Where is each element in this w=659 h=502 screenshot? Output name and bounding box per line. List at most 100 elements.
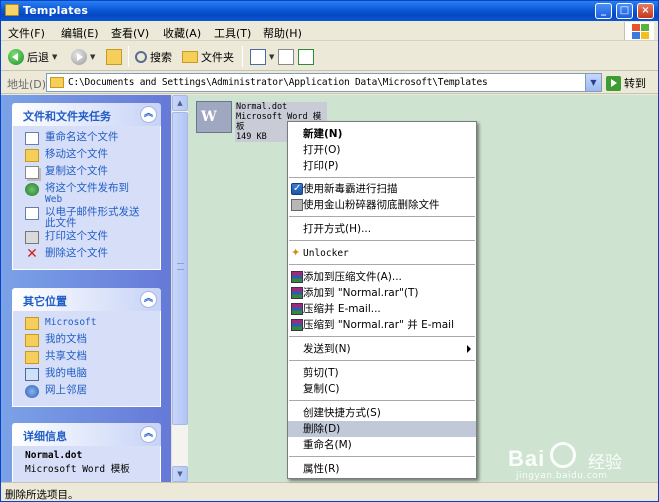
up-folder-icon: [106, 49, 122, 65]
menu-item-compress-email[interactable]: 压缩并 E-mail...: [288, 301, 476, 317]
menu-item-rename[interactable]: 重命名(M): [288, 437, 476, 453]
go-label: 转到: [624, 77, 646, 90]
folders-button[interactable]: 文件夹: [182, 47, 234, 67]
search-label: 搜索: [150, 51, 172, 64]
menu-edit[interactable]: 编辑(E): [61, 25, 99, 41]
menu-help[interactable]: 帮助(H): [263, 25, 302, 41]
chevron-down-icon[interactable]: ▼: [269, 53, 274, 61]
menu-item-send-to[interactable]: 发送到(N): [288, 341, 476, 357]
task-delete[interactable]: ✕ 删除这个文件: [13, 246, 160, 263]
properties-icon: [278, 49, 294, 65]
details-panel: 详细信息 ︽ Normal.dot Microsoft Word 模板: [12, 423, 161, 482]
address-input[interactable]: C:\Documents and Settings\Administrator\…: [46, 73, 602, 92]
menu-file[interactable]: 文件(F): [8, 25, 45, 41]
toolbar: 后退 ▼ ▼ 搜索 文件夹 ▼: [1, 42, 658, 71]
menu-item-shred[interactable]: 使用金山粉碎器彻底删除文件: [288, 197, 476, 213]
address-path[interactable]: C:\Documents and Settings\Administrator\…: [68, 77, 488, 88]
menu-view[interactable]: 查看(V): [111, 25, 149, 41]
menu-item-print[interactable]: 打印(P): [288, 158, 476, 174]
panel-title: 其它位置: [23, 295, 67, 308]
submenu-arrow-icon: [467, 345, 471, 353]
word-template-icon: [196, 101, 232, 133]
chevron-down-icon[interactable]: ▼: [90, 53, 95, 61]
close-button[interactable]: ×: [637, 3, 654, 19]
menu-item-add-normal-rar[interactable]: 添加到 "Normal.rar"(T): [288, 285, 476, 301]
scroll-up-icon[interactable]: ▲: [172, 95, 188, 111]
scroll-thumb[interactable]: [172, 112, 188, 425]
rename-icon: [25, 132, 39, 145]
chevron-up-icon[interactable]: ︽: [140, 426, 157, 443]
winrar-icon: [291, 303, 303, 315]
context-menu: 新建(N) 打开(O) 打印(P) 使用新毒霸进行扫描 使用金山粉碎器彻底删除文…: [287, 121, 477, 479]
menu-item-delete[interactable]: 删除(D): [288, 421, 476, 437]
place-my-documents[interactable]: 我的文档: [13, 332, 160, 349]
menu-item-open[interactable]: 打开(O): [288, 142, 476, 158]
chevron-down-icon[interactable]: ▼: [52, 53, 57, 61]
task-copy[interactable]: 复制这个文件: [13, 164, 160, 181]
task-print[interactable]: 打印这个文件: [13, 229, 160, 246]
menu-item-unlocker[interactable]: ✦ Unlocker: [288, 245, 476, 261]
menu-item-create-shortcut[interactable]: 创建快捷方式(S): [288, 405, 476, 421]
menu-favorites[interactable]: 收藏(A): [163, 25, 201, 41]
place-network[interactable]: 网上邻居: [13, 383, 160, 400]
address-bar: 地址(D) C:\Documents and Settings\Administ…: [1, 72, 658, 94]
maximize-button[interactable]: □: [616, 3, 633, 19]
move-icon: [25, 149, 39, 162]
task-move[interactable]: 移动这个文件: [13, 147, 160, 164]
back-button[interactable]: 后退 ▼: [8, 47, 57, 67]
search-button[interactable]: 搜索: [135, 47, 172, 67]
views-button[interactable]: ▼: [250, 47, 274, 67]
back-label: 后退: [27, 51, 49, 64]
copy-icon: [25, 166, 39, 179]
panel-header[interactable]: 详细信息 ︽: [12, 423, 161, 446]
place-my-computer[interactable]: 我的电脑: [13, 366, 160, 383]
watermark-suffix: 经验: [588, 453, 622, 473]
search-icon: [135, 51, 147, 63]
other-places-panel: 其它位置 ︽ Microsoft 我的文档 共享文档 我的电脑 网上邻居: [12, 288, 161, 407]
winrar-icon: [291, 287, 303, 299]
menu-tools[interactable]: 工具(T): [214, 25, 251, 41]
baidu-watermark: Bai 经验 jingyan.baidu.com: [506, 439, 654, 484]
chevron-up-icon[interactable]: ︽: [140, 291, 157, 308]
menu-item-antivirus-scan[interactable]: 使用新毒霸进行扫描: [288, 181, 476, 197]
up-folder-button[interactable]: [106, 47, 122, 67]
task-pane-scrollbar[interactable]: ▲ ▼: [171, 95, 188, 482]
properties-button[interactable]: [278, 47, 294, 67]
menu-item-copy[interactable]: 复制(C): [288, 381, 476, 397]
menu-item-compress-normal-email[interactable]: 压缩到 "Normal.rar" 并 E-mail: [288, 317, 476, 333]
task-publish-web[interactable]: 将这个文件发布到 Web: [13, 181, 160, 205]
task-email[interactable]: 以电子邮件形式发送 此文件: [13, 205, 160, 229]
minimize-button[interactable]: _: [595, 3, 612, 19]
folders-icon: [182, 51, 198, 63]
forward-button[interactable]: ▼: [71, 47, 95, 67]
refresh-icon: [298, 49, 314, 65]
window-title: Templates: [23, 4, 89, 17]
shield-icon: [291, 181, 303, 197]
panel-header[interactable]: 其它位置 ︽: [12, 288, 161, 311]
menu-item-cut[interactable]: 剪切(T): [288, 365, 476, 381]
place-microsoft[interactable]: Microsoft: [13, 315, 160, 332]
chevron-down-icon[interactable]: ▼: [585, 74, 601, 91]
folder-icon: [25, 351, 39, 364]
task-rename[interactable]: 重命名这个文件: [13, 130, 160, 147]
place-shared-documents[interactable]: 共享文档: [13, 349, 160, 366]
go-button[interactable]: 转到: [606, 75, 646, 91]
winrar-icon: [291, 319, 303, 331]
watermark-url: jingyan.baidu.com: [516, 471, 608, 481]
menu-item-new[interactable]: 新建(N): [288, 126, 476, 142]
scroll-down-icon[interactable]: ▼: [172, 466, 188, 482]
chevron-up-icon[interactable]: ︽: [140, 106, 157, 123]
panel-header[interactable]: 文件和文件夹任务 ︽: [12, 103, 161, 126]
menu-item-open-with[interactable]: 打开方式(H)...: [288, 221, 476, 237]
task-pane: 文件和文件夹任务 ︽ 重命名这个文件 移动这个文件 复制这个文件 将这个文件发布…: [1, 95, 188, 482]
winrar-icon: [291, 271, 303, 283]
menu-item-add-archive[interactable]: 添加到压缩文件(A)...: [288, 269, 476, 285]
sync-button[interactable]: [298, 47, 314, 67]
views-icon: [250, 49, 266, 65]
menu-item-properties[interactable]: 属性(R): [288, 461, 476, 477]
delete-icon: ✕: [26, 246, 38, 262]
file-tasks-panel: 文件和文件夹任务 ︽ 重命名这个文件 移动这个文件 复制这个文件 将这个文件发布…: [12, 103, 161, 270]
unlocker-icon: ✦: [291, 246, 301, 259]
title-bar[interactable]: Templates _ □ ×: [1, 1, 658, 21]
folder-icon: [25, 317, 39, 330]
